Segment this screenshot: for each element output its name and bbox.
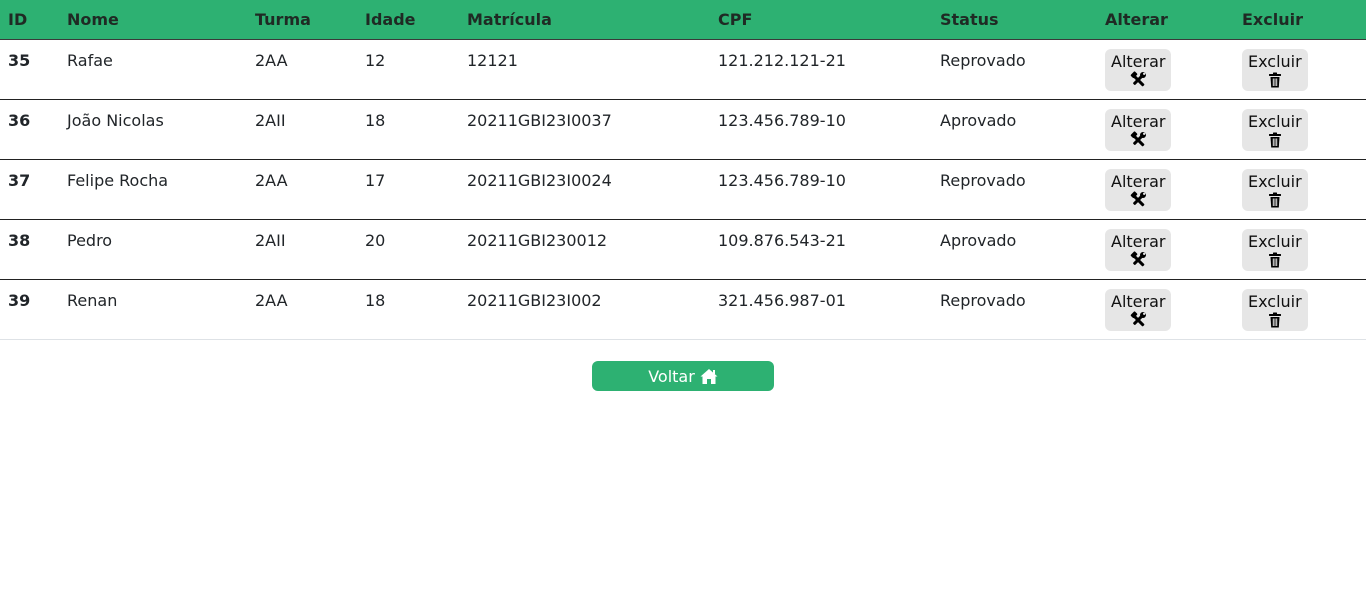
cell-turma: 2AII — [255, 99, 365, 160]
excluir-button[interactable]: Excluir — [1242, 288, 1308, 331]
cell-matricula: 20211GBI23I0024 — [467, 159, 718, 220]
header-row: ID Nome Turma Idade Matrícula CPF Status… — [0, 0, 1366, 40]
alterar-button-label: Alterar — [1111, 231, 1166, 251]
tools-icon — [1130, 70, 1147, 86]
cell-alterar: Alterar — [1105, 39, 1242, 100]
home-icon — [700, 368, 718, 384]
cell-cpf: 123.456.789-10 — [718, 159, 940, 220]
cell-cpf: 123.456.789-10 — [718, 99, 940, 160]
excluir-button-label: Excluir — [1248, 171, 1302, 191]
table-row: 39 Renan 2AA 18 20211GBI23I002 321.456.9… — [0, 279, 1366, 340]
alterar-button-label: Alterar — [1111, 111, 1166, 131]
header-matricula: Matrícula — [467, 0, 718, 40]
cell-matricula: 20211GBI23I0037 — [467, 99, 718, 160]
cell-idade: 12 — [365, 39, 467, 100]
excluir-button-label: Excluir — [1248, 111, 1302, 131]
alterar-button-label: Alterar — [1111, 51, 1166, 71]
cell-excluir: Excluir — [1242, 159, 1366, 220]
cell-turma: 2AII — [255, 219, 365, 280]
table-row: 38 Pedro 2AII 20 20211GBI230012 109.876.… — [0, 219, 1366, 280]
cell-status: Reprovado — [940, 279, 1105, 340]
cell-nome: Pedro — [67, 219, 255, 280]
cell-turma: 2AA — [255, 159, 365, 220]
alterar-button[interactable]: Alterar — [1105, 228, 1172, 271]
cell-nome: Felipe Rocha — [67, 159, 255, 220]
cell-turma: 2AA — [255, 39, 365, 100]
cell-idade: 20 — [365, 219, 467, 280]
cell-alterar: Alterar — [1105, 219, 1242, 280]
excluir-button[interactable]: Excluir — [1242, 108, 1308, 151]
cell-id: 38 — [0, 219, 67, 280]
trash-icon — [1268, 132, 1281, 147]
cell-alterar: Alterar — [1105, 159, 1242, 220]
cell-nome: Rafae — [67, 39, 255, 100]
alterar-button-label: Alterar — [1111, 171, 1166, 191]
cell-turma: 2AA — [255, 279, 365, 340]
table-row: 37 Felipe Rocha 2AA 17 20211GBI23I0024 1… — [0, 159, 1366, 220]
cell-alterar: Alterar — [1105, 99, 1242, 160]
alterar-button[interactable]: Alterar — [1105, 168, 1172, 211]
excluir-button-label: Excluir — [1248, 51, 1302, 71]
students-table: ID Nome Turma Idade Matrícula CPF Status… — [0, 0, 1366, 340]
cell-matricula: 12121 — [467, 39, 718, 100]
cell-status: Aprovado — [940, 219, 1105, 280]
excluir-button[interactable]: Excluir — [1242, 228, 1308, 271]
tools-icon — [1130, 250, 1147, 266]
cell-nome: João Nicolas — [67, 99, 255, 160]
cell-alterar: Alterar — [1105, 279, 1242, 340]
cell-idade: 17 — [365, 159, 467, 220]
tools-icon — [1130, 310, 1147, 326]
header-turma: Turma — [255, 0, 365, 40]
alterar-button-label: Alterar — [1111, 291, 1166, 311]
alterar-button[interactable]: Alterar — [1105, 48, 1172, 91]
cell-id: 39 — [0, 279, 67, 340]
cell-cpf: 109.876.543-21 — [718, 219, 940, 280]
cell-excluir: Excluir — [1242, 219, 1366, 280]
excluir-button[interactable]: Excluir — [1242, 168, 1308, 211]
header-alterar: Alterar — [1105, 0, 1242, 40]
header-nome: Nome — [67, 0, 255, 40]
cell-excluir: Excluir — [1242, 99, 1366, 160]
alterar-button[interactable]: Alterar — [1105, 108, 1172, 151]
excluir-button-label: Excluir — [1248, 291, 1302, 311]
cell-status: Aprovado — [940, 99, 1105, 160]
cell-excluir: Excluir — [1242, 279, 1366, 340]
cell-status: Reprovado — [940, 159, 1105, 220]
excluir-button[interactable]: Excluir — [1242, 48, 1308, 91]
cell-excluir: Excluir — [1242, 39, 1366, 100]
table-row: 35 Rafae 2AA 12 12121 121.212.121-21 Rep… — [0, 39, 1366, 100]
cell-matricula: 20211GBI230012 — [467, 219, 718, 280]
table-row: 36 João Nicolas 2AII 18 20211GBI23I0037 … — [0, 99, 1366, 160]
header-id: ID — [0, 0, 67, 40]
trash-icon — [1268, 72, 1281, 87]
excluir-button-label: Excluir — [1248, 231, 1302, 251]
header-idade: Idade — [365, 0, 467, 40]
cell-cpf: 321.456.987-01 — [718, 279, 940, 340]
cell-cpf: 121.212.121-21 — [718, 39, 940, 100]
trash-icon — [1268, 252, 1281, 267]
tools-icon — [1130, 130, 1147, 146]
cell-id: 35 — [0, 39, 67, 100]
voltar-button-label: Voltar — [648, 366, 695, 386]
cell-idade: 18 — [365, 99, 467, 160]
cell-idade: 18 — [365, 279, 467, 340]
cell-nome: Renan — [67, 279, 255, 340]
trash-icon — [1268, 312, 1281, 327]
voltar-button[interactable]: Voltar — [592, 361, 774, 391]
alterar-button[interactable]: Alterar — [1105, 288, 1172, 331]
header-status: Status — [940, 0, 1105, 40]
table-body: 35 Rafae 2AA 12 12121 121.212.121-21 Rep… — [0, 39, 1366, 340]
footer: Voltar — [592, 361, 774, 391]
tools-icon — [1130, 190, 1147, 206]
cell-id: 37 — [0, 159, 67, 220]
header-cpf: CPF — [718, 0, 940, 40]
cell-status: Reprovado — [940, 39, 1105, 100]
table-header: ID Nome Turma Idade Matrícula CPF Status… — [0, 0, 1366, 40]
cell-matricula: 20211GBI23I002 — [467, 279, 718, 340]
trash-icon — [1268, 192, 1281, 207]
cell-id: 36 — [0, 99, 67, 160]
header-excluir: Excluir — [1242, 0, 1366, 40]
